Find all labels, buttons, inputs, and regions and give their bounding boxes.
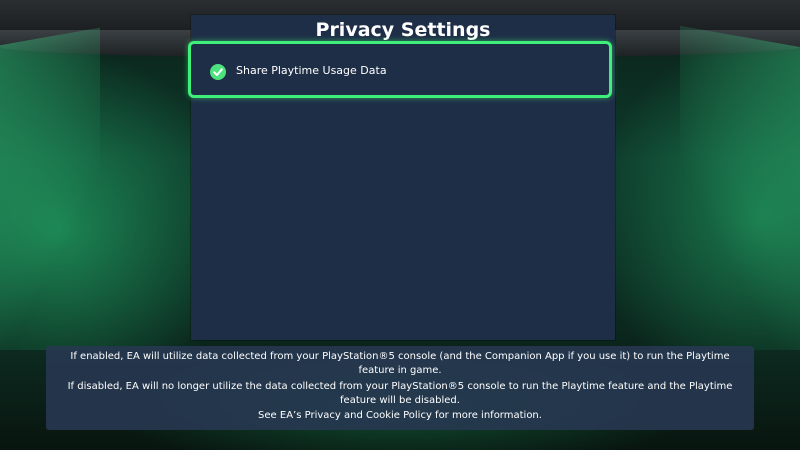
privacy-policy-note: See EA’s Privacy and Cookie Policy for m…: [258, 410, 542, 421]
background-light-left: [0, 27, 100, 373]
share-playtime-usage-data-option[interactable]: Share Playtime Usage Data: [188, 41, 612, 98]
info-text-line: feature in game.: [358, 365, 442, 376]
info-text-line: feature will be disabled.: [340, 395, 460, 406]
info-description-box: If enabled, EA will utilize data collect…: [46, 346, 754, 430]
info-text-line: If enabled, EA will utilize data collect…: [70, 351, 730, 362]
page-title: Privacy Settings: [315, 19, 491, 41]
info-text-line: If disabled, EA will no longer utilize t…: [67, 381, 733, 392]
check-circle-icon: [210, 64, 226, 80]
option-label: Share Playtime Usage Data: [236, 64, 387, 77]
game-menu-screen: Privacy Settings Share Playtime Usage Da…: [0, 0, 800, 450]
background-light-right: [680, 25, 800, 375]
